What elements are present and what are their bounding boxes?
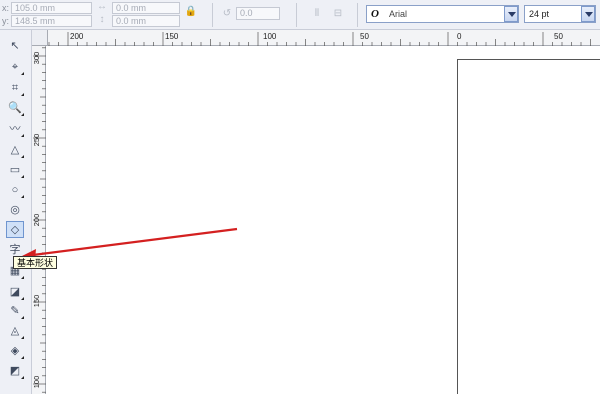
tool-tooltip: 基本形状 <box>13 256 58 269</box>
arrow-shaft <box>32 227 238 257</box>
annotation-arrow <box>22 227 238 260</box>
